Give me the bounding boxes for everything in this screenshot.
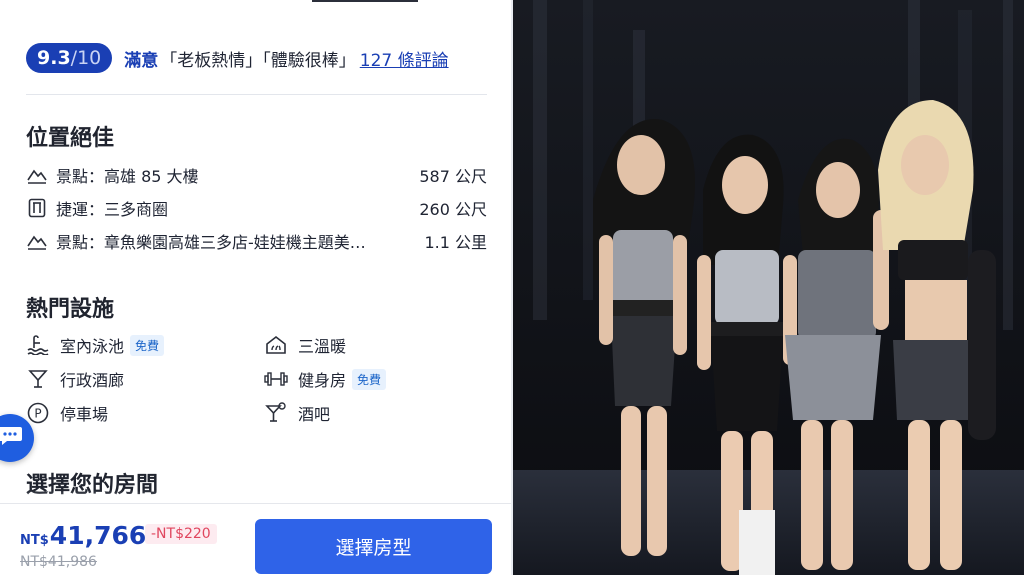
original-price: NT$41,986	[20, 554, 97, 570]
discount-badge: -NT$220	[145, 524, 217, 544]
facility-label: 室內泳池	[60, 337, 125, 356]
facility-label: 停車場	[60, 405, 109, 424]
reviews-link[interactable]: 127 條評論	[360, 51, 449, 71]
free-badge: 免費	[352, 368, 387, 390]
svg-text:P: P	[34, 407, 41, 421]
facility-item: 酒吧	[264, 400, 330, 426]
bar-drink-icon	[264, 401, 288, 425]
location-title: 位置絕佳	[26, 126, 115, 151]
facility-label: 酒吧	[298, 405, 331, 424]
facility-label: 健身房	[298, 371, 347, 390]
attraction-mountain-icon	[26, 230, 48, 252]
location-label: 捷運：三多商圈	[56, 200, 169, 219]
facility-item: P 停車場	[26, 400, 108, 426]
location-item: 捷運：三多商圈 260 公尺	[26, 195, 487, 221]
swimming-pool-icon	[26, 333, 50, 357]
rating-satisfaction: 滿意	[124, 50, 159, 71]
choose-room-button[interactable]: 選擇房型	[255, 519, 492, 574]
rating-quotes: 「老板熱情」「體驗很棒」	[160, 50, 356, 71]
facility-label: 三溫暖	[298, 337, 347, 356]
hotel-details-panel: 9.3/10 滿意 「老板熱情」「體驗很棒」 127 條評論 位置絕佳 景點：高雄 …	[0, 0, 511, 575]
facility-item: 室內泳池 免費	[26, 332, 165, 358]
parking-icon: P	[26, 401, 50, 425]
free-badge: 免費	[130, 334, 165, 356]
facility-item: 行政酒廊	[26, 366, 124, 392]
location-label: 景點：章魚樂園高雄三多店-娃娃機主題美…	[56, 233, 366, 252]
price-currency: NT$	[20, 533, 49, 548]
location-item: 景點：高雄 85 大樓 587 公尺	[26, 162, 487, 188]
rating-score: 9.3	[37, 47, 71, 69]
facility-item: 三溫暖	[264, 332, 346, 358]
facility-label: 行政酒廊	[60, 371, 125, 390]
price-amount: 41,766	[49, 521, 147, 550]
dumbbell-icon	[264, 367, 288, 391]
rating-row[interactable]: 9.3/10 滿意 「老板熱情」「體驗很棒」 127 條評論	[26, 43, 449, 73]
location-distance: 587 公尺	[419, 167, 487, 186]
cocktail-glass-icon	[26, 367, 50, 391]
divider	[26, 94, 487, 95]
rating-badge: 9.3/10	[26, 43, 113, 73]
location-item: 景點：章魚樂園高雄三多店-娃娃機主題美… 1.1 公里	[26, 228, 487, 254]
top-tab-indicator	[312, 0, 418, 2]
metro-station-icon	[26, 197, 48, 219]
rating-summary: 滿意 「老板熱情」「體驗很棒」 127 條評論	[124, 46, 448, 71]
group-photo	[513, 0, 1024, 575]
hot-spring-icon	[264, 333, 288, 357]
location-distance: 260 公尺	[419, 200, 487, 219]
rating-denominator: /10	[70, 47, 102, 69]
location-label: 景點：高雄 85 大樓	[56, 167, 199, 186]
location-distance: 1.1 公里	[424, 233, 487, 252]
chat-icon	[0, 425, 23, 451]
attraction-mountain-icon	[26, 164, 48, 186]
facility-item: 健身房 免費	[264, 366, 387, 392]
current-price: NT$ 41,766	[20, 521, 146, 550]
facilities-title: 熱門設施	[26, 297, 115, 322]
stage-photo-image	[513, 0, 1024, 575]
